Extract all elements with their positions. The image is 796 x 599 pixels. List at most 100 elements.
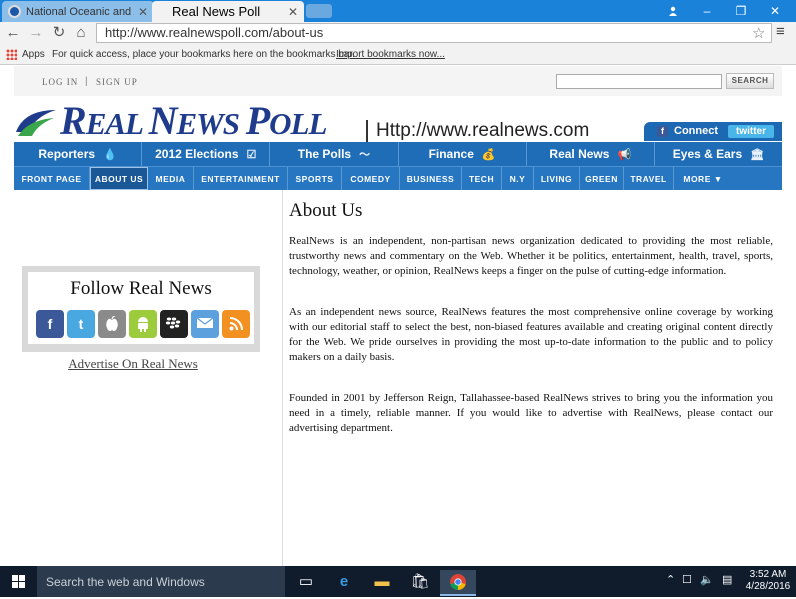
bookmarks-hint: For quick access, place your bookmarks h… xyxy=(52,49,355,60)
subnav-entertainment[interactable]: ENTERTAINMENT xyxy=(194,167,288,190)
task-view-icon[interactable]: ▭ xyxy=(288,570,324,596)
reload-icon[interactable]: ↻ xyxy=(50,24,68,42)
facebook-mini-icon[interactable]: f xyxy=(657,126,668,137)
logo-url-text: Http://www.realnews.com xyxy=(366,120,589,142)
nav-label: Reporters xyxy=(38,147,96,161)
new-tab-button[interactable] xyxy=(306,4,332,18)
subnav-front-page[interactable]: FRONT PAGE xyxy=(14,167,90,190)
nav-label: Real News xyxy=(549,147,610,161)
forward-arrow-icon[interactable]: → xyxy=(27,24,45,42)
home-icon[interactable]: ⌂ xyxy=(72,24,90,42)
tab-close-icon[interactable]: ✕ xyxy=(138,5,148,19)
user-icon[interactable] xyxy=(656,0,690,22)
site-logo[interactable]: REAL NEWS POLL xyxy=(14,100,374,142)
connect-link[interactable]: Connect xyxy=(674,125,718,137)
main-nav: Reporters 💧 2012 Elections ☑ The Polls 〜 Fi… xyxy=(14,142,782,166)
address-bar[interactable]: http://www.realnewspoll.com/about-us xyxy=(96,23,772,43)
tray-chevron-icon[interactable]: ⌃ xyxy=(666,573,675,586)
file-explorer-icon[interactable]: ▬ xyxy=(364,570,400,596)
column-divider xyxy=(282,190,283,566)
logo-text: REAL NEWS POLL xyxy=(60,98,327,145)
blackberry-icon[interactable] xyxy=(160,310,188,338)
logo-letters: OLL xyxy=(269,106,327,141)
logo-swoosh-icon xyxy=(16,110,56,136)
facebook-icon[interactable]: f xyxy=(36,310,64,338)
subnav-living[interactable]: LIVING xyxy=(534,167,580,190)
nav-label: 2012 Elections xyxy=(155,147,239,161)
action-center-icon[interactable]: ▤ xyxy=(722,573,732,586)
drop-icon: 💧 xyxy=(103,148,117,161)
checkbox-icon: ☑ xyxy=(246,148,257,161)
tab-label: National Oceanic and Atm xyxy=(26,5,134,18)
tab-real-news-poll[interactable]: Real News Poll ✕ xyxy=(152,1,304,22)
noaa-favicon-icon xyxy=(8,5,21,18)
logo-letter: N xyxy=(148,98,178,143)
bookmarks-bar: Apps For quick access, place your bookma… xyxy=(0,45,796,65)
nav-label: Eyes & Ears xyxy=(672,147,743,161)
page-container: LOG IN | SIGN UP SEARCH REAL NEWS POLL H… xyxy=(14,66,782,566)
subnav-green[interactable]: GREEN xyxy=(580,167,624,190)
store-icon[interactable]: 🛍 xyxy=(402,570,438,596)
signup-link[interactable]: SIGN UP xyxy=(96,77,138,87)
subnav-comedy[interactable]: COMEDY xyxy=(342,167,400,190)
nav-the-polls[interactable]: The Polls 〜 xyxy=(270,142,399,166)
subnav-tech[interactable]: TECH xyxy=(462,167,502,190)
maximize-button[interactable]: ❐ xyxy=(724,0,758,22)
android-icon[interactable] xyxy=(129,310,157,338)
site-top-bar: LOG IN | SIGN UP SEARCH xyxy=(14,66,782,96)
nav-2012-elections[interactable]: 2012 Elections ☑ xyxy=(142,142,271,166)
nav-finance[interactable]: Finance 💰 xyxy=(399,142,527,166)
subnav-more[interactable]: MORE ▼ xyxy=(674,167,732,190)
nav-eyes-ears[interactable]: Eyes & Ears 🏛 xyxy=(655,142,782,166)
advertise-link[interactable]: Advertise On Real News xyxy=(14,356,252,372)
apple-icon[interactable] xyxy=(98,310,126,338)
tab-close-icon[interactable]: ✕ xyxy=(288,5,298,19)
subnav-media[interactable]: MEDIA xyxy=(148,167,194,190)
browser-toolbar: ← → ↻ ⌂ http://www.realnewspoll.com/abou… xyxy=(0,22,796,45)
twitter-mini-icon[interactable]: twitter xyxy=(728,125,774,138)
back-arrow-icon[interactable]: ← xyxy=(4,24,22,42)
subnav-ny[interactable]: N.Y xyxy=(502,167,534,190)
import-bookmarks-link[interactable]: Import bookmarks now... xyxy=(336,49,445,60)
email-icon[interactable] xyxy=(191,310,219,338)
taskbar-search[interactable]: Search the web and Windows xyxy=(37,566,285,597)
subnav-sports[interactable]: SPORTS xyxy=(288,167,342,190)
network-icon[interactable]: ☐ xyxy=(682,573,692,586)
logo-letters: EAL xyxy=(85,106,149,141)
subnav-travel[interactable]: TRAVEL xyxy=(624,167,674,190)
windows-taskbar: Search the web and Windows ▭ e ▬ 🛍 ⌃ ☐ 🔈… xyxy=(0,566,796,597)
apps-grid-icon[interactable] xyxy=(6,49,17,60)
page-title: About Us xyxy=(289,200,363,221)
tab-noaa[interactable]: National Oceanic and Atm ✕ xyxy=(2,1,154,22)
login-link[interactable]: LOG IN xyxy=(42,77,78,87)
chrome-icon[interactable] xyxy=(440,570,476,596)
follow-widget-inner: Follow Real News f t xyxy=(28,272,254,344)
about-paragraph: Founded in 2001 by Jefferson Reign, Tall… xyxy=(289,392,773,434)
nav-label: Finance xyxy=(428,147,474,161)
megaphone-icon: 📢 xyxy=(617,148,632,161)
site-search-button[interactable]: SEARCH xyxy=(726,73,774,89)
nav-real-news[interactable]: Real News 📢 xyxy=(527,142,655,166)
money-bag-icon: 💰 xyxy=(481,148,496,161)
subnav-business[interactable]: BUSINESS xyxy=(400,167,462,190)
about-paragraph: RealNews is an independent, non-partisan… xyxy=(289,235,773,277)
nav-reporters[interactable]: Reporters 💧 xyxy=(14,142,143,166)
about-content: About Us RealNews is an independent, non… xyxy=(289,200,773,462)
nav-label: The Polls xyxy=(297,147,352,161)
bookmark-star-icon[interactable]: ☆ xyxy=(752,24,765,42)
start-button[interactable] xyxy=(0,566,36,597)
volume-icon[interactable]: 🔈 xyxy=(700,573,714,586)
twitter-icon[interactable]: t xyxy=(67,310,95,338)
rss-icon[interactable] xyxy=(222,310,250,338)
taskbar-clock[interactable]: 3:52 AM 4/28/2016 xyxy=(744,569,792,593)
subnav-about-us[interactable]: ABOUT US xyxy=(90,167,148,190)
sub-nav: FRONT PAGE ABOUT US MEDIA ENTERTAINMENT … xyxy=(14,166,782,190)
chrome-menu-icon[interactable]: ≡ xyxy=(776,23,785,40)
minimize-button[interactable]: – xyxy=(690,0,724,22)
apps-shortcut[interactable]: Apps xyxy=(22,49,45,60)
site-search-input[interactable] xyxy=(556,74,722,89)
edge-icon[interactable]: e xyxy=(326,570,362,596)
logo-letters: EWS xyxy=(176,106,246,141)
close-button[interactable]: ✕ xyxy=(758,0,792,22)
web-page: LOG IN | SIGN UP SEARCH REAL NEWS POLL H… xyxy=(0,66,796,566)
